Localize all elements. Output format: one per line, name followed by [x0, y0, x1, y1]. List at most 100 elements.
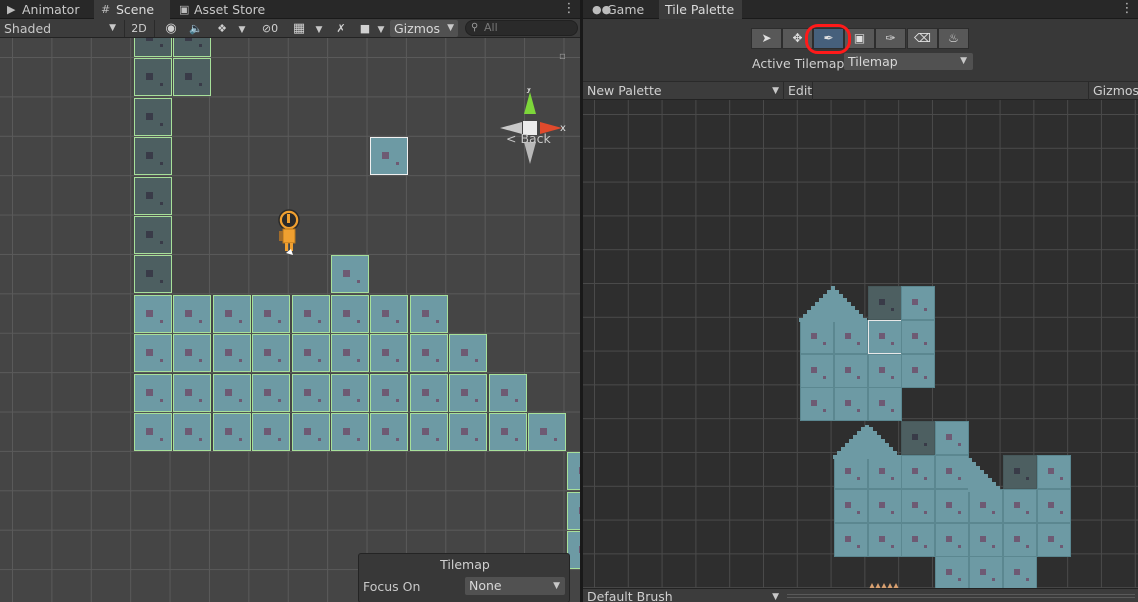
scene-tile[interactable]: [134, 255, 172, 294]
palette-tile[interactable]: [901, 455, 936, 489]
scene-tile[interactable]: [134, 137, 172, 176]
scene-tile[interactable]: [252, 334, 291, 373]
palette-tile[interactable]: [1036, 522, 1071, 557]
palette-tile[interactable]: [901, 286, 936, 320]
orientation-gizmo[interactable]: y x: [500, 88, 570, 166]
tab-tile-palette[interactable]: Tile Palette: [659, 0, 742, 19]
palette-tile[interactable]: [867, 387, 902, 422]
camera-icon[interactable]: ■: [357, 20, 373, 37]
palette-tile[interactable]: [935, 556, 970, 588]
scene-tile[interactable]: [134, 58, 172, 97]
scene-tile[interactable]: [331, 373, 369, 412]
gizmos-dropdown[interactable]: Gizmos ▼: [390, 20, 458, 37]
palette-tile[interactable]: [1002, 455, 1037, 489]
scene-tile[interactable]: [291, 294, 330, 333]
grid-toggle-icon[interactable]: ▦: [290, 20, 308, 37]
scene-tile[interactable]: [173, 38, 212, 57]
brush-inspector-splitter[interactable]: [787, 594, 1135, 598]
palette-tile[interactable]: [969, 488, 1003, 523]
palette-tile[interactable]: [833, 319, 868, 354]
tab-scene[interactable]: # Scene: [94, 0, 170, 19]
scene-tile[interactable]: [134, 216, 172, 254]
scene-tile[interactable]: [567, 491, 580, 530]
scene-tile[interactable]: [449, 413, 488, 451]
scene-tile[interactable]: [134, 176, 172, 215]
player-character[interactable]: [277, 209, 301, 259]
scene-tile[interactable]: [409, 373, 448, 412]
scene-tile[interactable]: [173, 58, 212, 97]
scene-tile[interactable]: [134, 294, 172, 333]
brush-dropdown[interactable]: Default Brush ▼: [587, 589, 783, 602]
palette-tile[interactable]: [1002, 556, 1037, 588]
palette-tile[interactable]: [1002, 522, 1037, 557]
scene-tile[interactable]: [567, 452, 580, 491]
scene-tile[interactable]: [331, 413, 369, 451]
toggle-2d-button[interactable]: 2D: [128, 20, 150, 37]
palette-tile[interactable]: [935, 421, 970, 456]
tab-animator[interactable]: ▶ Animator: [0, 0, 90, 19]
scene-tile[interactable]: [370, 373, 409, 412]
palette-tile[interactable]: [833, 455, 868, 489]
scene-tile[interactable]: [173, 334, 212, 373]
palette-tile[interactable]: [833, 353, 868, 388]
shading-mode-dropdown[interactable]: Shaded ▼: [4, 20, 118, 37]
palette-tile[interactable]: [901, 421, 936, 456]
scene-tile[interactable]: [409, 334, 448, 373]
scene-tile[interactable]: [449, 334, 488, 373]
scene-tile[interactable]: [252, 294, 291, 333]
palette-tile[interactable]: [800, 319, 834, 354]
palette-tile[interactable]: [969, 522, 1003, 557]
palette-tile[interactable]: [935, 522, 970, 557]
scene-tile[interactable]: [173, 373, 212, 412]
lock-icon[interactable]: ▫: [559, 51, 566, 62]
scene-tile[interactable]: [488, 373, 527, 412]
palette-gizmos-button[interactable]: Gizmos: [1088, 82, 1138, 100]
scene-tile[interactable]: [409, 413, 448, 451]
scene-tile[interactable]: [252, 413, 291, 451]
scene-tile[interactable]: [331, 255, 369, 294]
scene-tile[interactable]: [173, 413, 212, 451]
tab-game[interactable]: ●● Game: [585, 0, 657, 19]
scene-tile[interactable]: [370, 294, 409, 333]
palette-tile[interactable]: [833, 387, 868, 422]
palette-tile[interactable]: [935, 488, 970, 523]
palette-tile[interactable]: [833, 522, 868, 557]
scene-tile[interactable]: [291, 373, 330, 412]
palette-tile[interactable]: [800, 353, 834, 388]
scene-tile[interactable]: [252, 373, 291, 412]
palette-tile[interactable]: [901, 319, 936, 354]
eraser-tool-button[interactable]: ⌫: [907, 28, 938, 49]
scene-tile[interactable]: [212, 413, 251, 451]
select-tool-button[interactable]: ➤: [751, 28, 782, 49]
palette-grid-view[interactable]: [583, 100, 1138, 588]
tab-asset-store[interactable]: ▣ Asset Store: [172, 0, 272, 19]
scene-tile[interactable]: [409, 294, 448, 333]
palette-tile[interactable]: [1036, 488, 1071, 523]
picker-tool-button[interactable]: ✑: [875, 28, 906, 49]
scene-tile[interactable]: [212, 294, 251, 333]
audio-toggle-icon[interactable]: 🔈: [187, 20, 205, 37]
palette-tile[interactable]: [867, 488, 902, 523]
scene-search-input[interactable]: ⚲ All: [465, 20, 578, 36]
scene-tile[interactable]: [173, 294, 212, 333]
palette-tile[interactable]: [867, 522, 902, 557]
grid-dropdown-icon[interactable]: ▼: [313, 20, 325, 37]
scene-tile[interactable]: [528, 413, 566, 451]
palette-tile[interactable]: [800, 387, 834, 422]
scene-tile[interactable]: [291, 334, 330, 373]
palette-dropdown[interactable]: New Palette ▼: [587, 82, 783, 100]
lighting-toggle-icon[interactable]: ◉: [162, 20, 180, 37]
scene-tile[interactable]: [134, 97, 172, 136]
effects-dropdown-icon[interactable]: ▼: [236, 20, 248, 37]
palette-tile[interactable]: [867, 455, 902, 489]
palette-tile[interactable]: [1002, 488, 1037, 523]
scene-tile[interactable]: [134, 373, 172, 412]
palette-tile[interactable]: [833, 488, 868, 523]
scene-tile[interactable]: [134, 334, 172, 373]
scene-tile[interactable]: [370, 137, 409, 176]
palette-tile[interactable]: [867, 319, 902, 354]
scene-tile[interactable]: [449, 373, 488, 412]
palette-tile[interactable]: [901, 488, 936, 523]
edit-palette-button[interactable]: Edit: [783, 82, 813, 100]
scene-tile[interactable]: [370, 413, 409, 451]
